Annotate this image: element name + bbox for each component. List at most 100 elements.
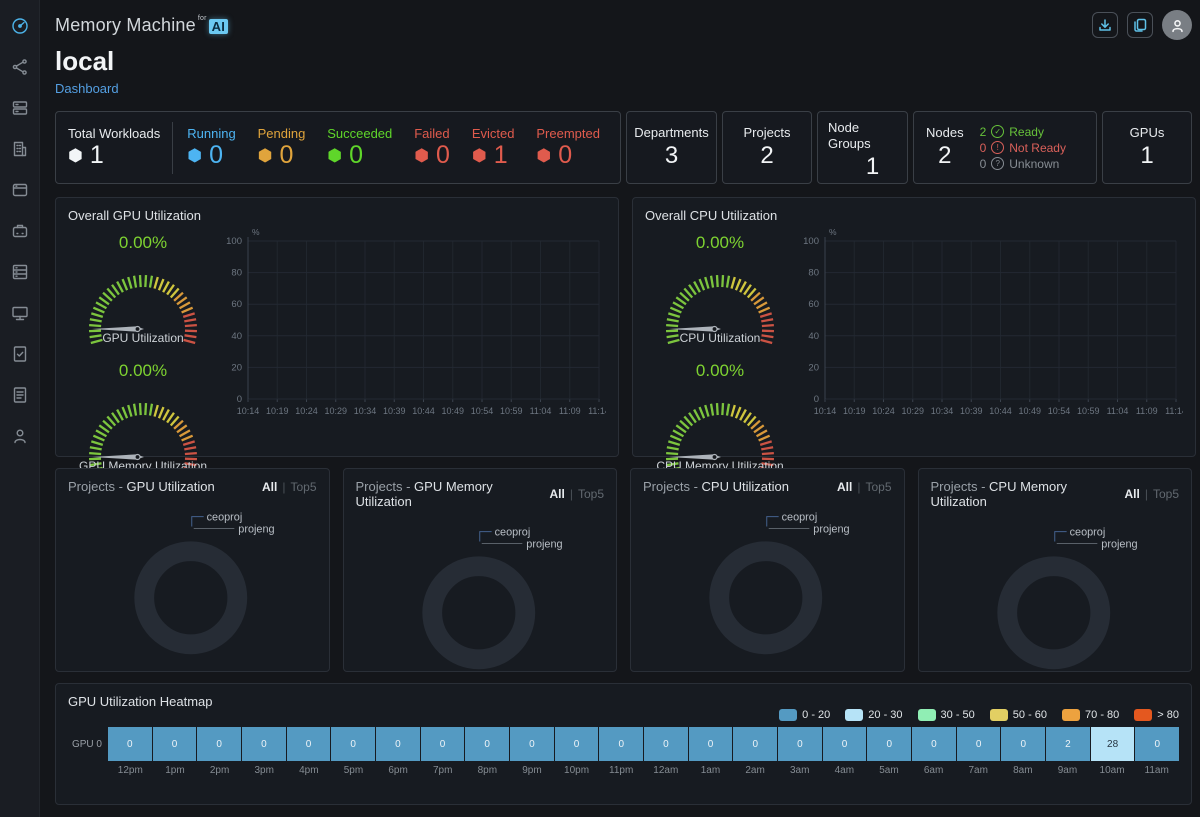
sidebar-item-audit[interactable] xyxy=(9,343,31,365)
filter-all[interactable]: All xyxy=(262,480,277,494)
svg-text:10:14: 10:14 xyxy=(237,406,260,416)
svg-text:80: 80 xyxy=(231,268,242,279)
svg-text:10:34: 10:34 xyxy=(354,406,377,416)
card-label: Nodes xyxy=(926,125,964,141)
utilization-line-chart: 10:1410:1910:2410:2910:3410:3910:4410:49… xyxy=(795,225,1183,425)
donut-label: ceoproj xyxy=(1069,527,1105,539)
heatmap-x-label: 2am xyxy=(733,765,778,776)
heatmap-title: GPU Utilization Heatmap xyxy=(68,694,1179,709)
heatmap-cell: 0 xyxy=(287,727,331,761)
hexagon-icon: ⬢ xyxy=(472,147,487,164)
sidebar xyxy=(0,0,40,817)
svg-text:11:14: 11:14 xyxy=(588,406,606,416)
heatmap-legend-item: 0 - 20 xyxy=(779,709,830,721)
brand-ai-badge: AI xyxy=(209,19,228,34)
heatmap-x-labels: 12pm1pm2pm3pm4pm5pm6pm7pm8pm9pm10pm11pm1… xyxy=(108,765,1179,776)
breadcrumb[interactable]: Dashboard xyxy=(55,81,119,96)
filter-top5[interactable]: Top5 xyxy=(1153,487,1179,501)
filter-all[interactable]: All xyxy=(1125,487,1140,501)
card-label: Departments xyxy=(634,125,708,141)
filter-all[interactable]: All xyxy=(550,487,565,501)
sidebar-item-departments[interactable] xyxy=(9,138,31,160)
sidebar-item-topology[interactable] xyxy=(9,56,31,78)
card-label: Node Groups xyxy=(828,120,873,151)
filter-top5[interactable]: Top5 xyxy=(865,480,891,494)
card-value: 1 xyxy=(866,153,879,181)
sidebar-item-jobs[interactable] xyxy=(9,220,31,242)
heatmap-x-label: 10pm xyxy=(554,765,599,776)
heatmap-x-label: 6pm xyxy=(376,765,421,776)
heatmap-cell: 0 xyxy=(331,727,375,761)
svg-text:10:44: 10:44 xyxy=(412,406,435,416)
avatar[interactable] xyxy=(1162,10,1192,40)
brand-sup: for xyxy=(198,15,207,22)
hexagon-icon: ⬢ xyxy=(327,147,342,164)
sidebar-item-workloads[interactable] xyxy=(9,97,31,119)
projects-charts-row: Projects - GPU Utilization All | Top5 ce… xyxy=(55,468,1192,672)
heatmap-cell: 28 xyxy=(1091,727,1135,761)
stat-value: 0 xyxy=(279,142,293,168)
gauge-value: 0.00% xyxy=(645,361,795,381)
svg-text:11:04: 11:04 xyxy=(530,406,552,416)
heatmap-x-label: 9am xyxy=(1045,765,1090,776)
heatmap-x-label: 5am xyxy=(867,765,912,776)
chart-column: 10:1410:1910:2410:2910:3410:3910:4410:49… xyxy=(218,225,606,473)
status-label: Not Ready xyxy=(1009,141,1066,155)
gauge-value: 0.00% xyxy=(645,233,795,253)
node-status-ready: 2✓Ready xyxy=(980,125,1066,139)
status-count: 0 xyxy=(980,141,987,155)
download-button[interactable] xyxy=(1092,12,1118,38)
svg-text:10:59: 10:59 xyxy=(500,406,523,416)
page-title: local xyxy=(55,46,1192,77)
projects-card: Projects 2 xyxy=(722,111,812,184)
stat-value: 0 xyxy=(209,142,223,168)
hexagon-icon: ⬢ xyxy=(187,147,202,164)
svg-text:11:04: 11:04 xyxy=(1107,406,1129,416)
sidebar-item-reports[interactable] xyxy=(9,384,31,406)
check-circle-icon: ✓ xyxy=(991,125,1004,138)
node-statuses: 2✓Ready0!Not Ready0?Unknown xyxy=(980,125,1066,171)
briefcase-icon xyxy=(10,221,30,241)
svg-text:60: 60 xyxy=(231,299,242,310)
heatmap-cell: 2 xyxy=(1046,727,1090,761)
sidebar-item-projects[interactable] xyxy=(9,179,31,201)
stat-preempted: Preempted⬢0 xyxy=(536,126,600,168)
sidebar-item-resources[interactable] xyxy=(9,261,31,283)
stat-label: Running xyxy=(187,126,235,141)
svg-text:10:24: 10:24 xyxy=(295,406,318,416)
svg-text:%: % xyxy=(829,227,837,237)
panel-title-main: GPU Utilization xyxy=(127,479,215,494)
svg-text:10:29: 10:29 xyxy=(901,406,924,416)
legend-label: 30 - 50 xyxy=(941,709,975,721)
sidebar-item-users[interactable] xyxy=(9,425,31,447)
copy-button[interactable] xyxy=(1127,12,1153,38)
heatmap-cell: 0 xyxy=(465,727,509,761)
heatmap-cell: 0 xyxy=(599,727,643,761)
filter-separator: | xyxy=(570,487,573,501)
brand-text: Memory Machine xyxy=(55,15,196,35)
main-content: Memory MachineforAI local Dashboard Tota… xyxy=(40,0,1200,805)
building-icon xyxy=(10,139,30,159)
svg-text:0: 0 xyxy=(814,394,819,405)
stat-evicted: Evicted⬢1 xyxy=(472,126,515,168)
heatmap-cell: 0 xyxy=(778,727,822,761)
sidebar-item-nodes[interactable] xyxy=(9,302,31,324)
filter-top5[interactable]: Top5 xyxy=(290,480,316,494)
user-icon xyxy=(10,426,30,446)
heatmap-x-label: 6am xyxy=(911,765,956,776)
heatmap-legend-item: 30 - 50 xyxy=(918,709,975,721)
legend-swatch xyxy=(845,709,863,721)
svg-text:10:49: 10:49 xyxy=(441,406,464,416)
filter-top5[interactable]: Top5 xyxy=(578,487,604,501)
donut-label: ceoproj xyxy=(494,527,530,539)
divider xyxy=(172,122,173,174)
filter-all[interactable]: All xyxy=(837,480,852,494)
heatmap-x-label: 11am xyxy=(1134,765,1179,776)
stat-label: Evicted xyxy=(472,126,515,141)
panel-filters: All | Top5 xyxy=(550,487,605,501)
stat-label: Preempted xyxy=(536,126,600,141)
heatmap-row-label: GPU 0 xyxy=(68,739,108,750)
svg-text:10:19: 10:19 xyxy=(266,406,289,416)
sidebar-item-dashboard[interactable] xyxy=(9,15,31,37)
legend-label: 70 - 80 xyxy=(1085,709,1119,721)
